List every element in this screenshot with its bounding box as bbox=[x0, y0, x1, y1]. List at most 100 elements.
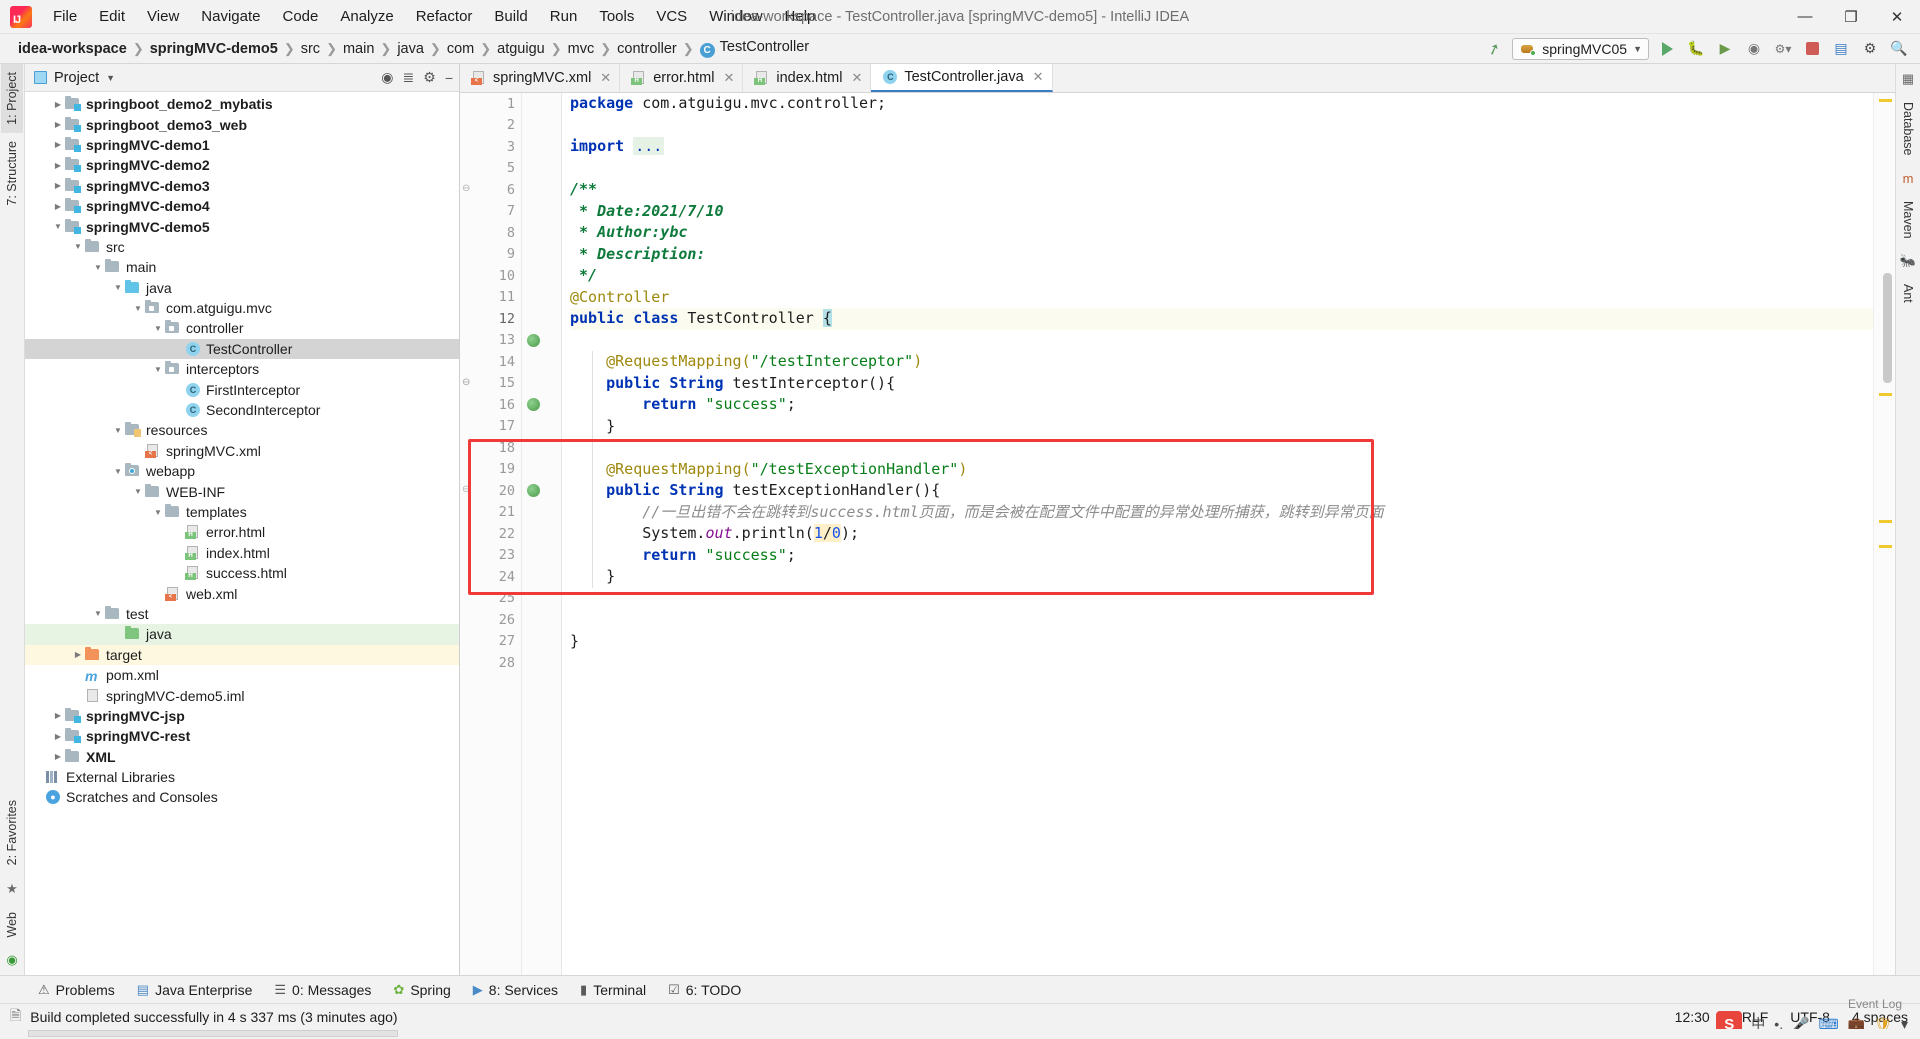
attach-icon[interactable]: ⚙▾ bbox=[1772, 38, 1794, 60]
code-line[interactable]: import ... bbox=[570, 136, 1873, 158]
maximize-button[interactable]: ❐ bbox=[1828, 0, 1874, 34]
project-tree[interactable]: springboot_demo2_mybatis springboot_demo3… bbox=[25, 92, 459, 975]
collapse-all-icon[interactable]: ≣ bbox=[403, 69, 415, 86]
editor-marker-bar[interactable] bbox=[1873, 93, 1895, 975]
tree-node-springmvc-demo4[interactable]: springMVC-demo4 bbox=[25, 196, 459, 216]
tree-node-springmvc-rest[interactable]: springMVC-rest bbox=[25, 726, 459, 746]
fold-toggle-icon[interactable]: ⊖ bbox=[462, 484, 470, 495]
tree-node-testcontroller[interactable]: C TestController bbox=[25, 338, 459, 360]
breadcrumb-item-main[interactable]: main bbox=[339, 40, 378, 58]
code-line[interactable]: * Description: bbox=[570, 244, 1873, 266]
bottom-tab-terminal[interactable]: ▮ Terminal bbox=[570, 980, 656, 1000]
breadcrumb-item-atguigu[interactable]: atguigu bbox=[493, 40, 549, 58]
spring-request-marker[interactable] bbox=[527, 484, 540, 497]
chevron-right-icon[interactable] bbox=[51, 202, 65, 211]
code-line[interactable]: } bbox=[570, 566, 1873, 588]
chevron-down-icon[interactable] bbox=[151, 324, 165, 333]
code-line[interactable]: public class TestController { bbox=[570, 308, 1873, 330]
code-line[interactable] bbox=[570, 588, 1873, 610]
code-line[interactable]: return "success"; bbox=[570, 394, 1873, 416]
gear-icon[interactable]: ⚙ bbox=[423, 69, 436, 86]
debug-icon[interactable]: 🐛 bbox=[1685, 38, 1707, 60]
chevron-down-icon[interactable] bbox=[131, 487, 145, 496]
breadcrumb-item-workspace[interactable]: idea-workspace bbox=[14, 40, 131, 58]
breadcrumb-item-mvc[interactable]: mvc bbox=[564, 40, 599, 58]
tree-node-firstinterceptor[interactable]: C FirstInterceptor bbox=[25, 379, 459, 399]
favorites-star-icon[interactable]: ★ bbox=[6, 881, 18, 897]
code-line[interactable]: @RequestMapping("/testInterceptor") bbox=[570, 351, 1873, 373]
chevron-down-icon[interactable] bbox=[111, 426, 125, 435]
bottom-tab-spring[interactable]: ✿ Spring bbox=[383, 980, 460, 1000]
tree-node-interceptors[interactable]: interceptors bbox=[25, 359, 459, 379]
menu-view[interactable]: View bbox=[136, 5, 190, 28]
code-line[interactable] bbox=[570, 609, 1873, 631]
tab-index-html[interactable]: H index.html ✕ bbox=[743, 64, 872, 92]
tree-node-secondinterceptor[interactable]: C SecondInterceptor bbox=[25, 400, 459, 420]
chevron-right-icon[interactable] bbox=[51, 120, 65, 129]
breadcrumb-item-controller[interactable]: controller bbox=[613, 40, 681, 58]
code-line[interactable]: System.out.println(1/0); bbox=[570, 523, 1873, 545]
code-line[interactable]: * Author:ybc bbox=[570, 222, 1873, 244]
sidebar-item-project[interactable]: 1: Project bbox=[1, 64, 23, 133]
tree-node-templates[interactable]: templates bbox=[25, 502, 459, 522]
sidebar-item-favorites[interactable]: 2: Favorites bbox=[1, 792, 23, 873]
fold-toggle-icon[interactable]: ⊖ bbox=[462, 183, 470, 194]
chevron-down-icon[interactable] bbox=[91, 609, 105, 618]
settings-icon[interactable]: ⚙ bbox=[1859, 38, 1881, 60]
tree-node-com-atguigu-mvc[interactable]: com.atguigu.mvc bbox=[25, 298, 459, 318]
tree-node-pom-xml[interactable]: m pom.xml bbox=[25, 665, 459, 685]
tab-close-icon[interactable]: ✕ bbox=[600, 70, 611, 86]
chevron-down-icon[interactable]: ▼ bbox=[106, 73, 115, 83]
chevron-right-icon[interactable] bbox=[51, 100, 65, 109]
code-line[interactable]: //一旦出错不会在跳转到success.html页面，而是会被在配置文件中配置的… bbox=[570, 502, 1873, 524]
chevron-right-icon[interactable] bbox=[71, 650, 85, 659]
hide-icon[interactable]: − bbox=[445, 70, 453, 86]
menu-run[interactable]: Run bbox=[539, 5, 589, 28]
tree-node-springmvc-demo3[interactable]: springMVC-demo3 bbox=[25, 176, 459, 196]
tree-node-springmvc-xml[interactable]: < springMVC.xml bbox=[25, 441, 459, 461]
menu-analyze[interactable]: Analyze bbox=[329, 5, 404, 28]
tree-node-java[interactable]: java bbox=[25, 624, 459, 645]
tree-node-target[interactable]: target bbox=[25, 644, 459, 665]
bottom-tab-java-enterprise[interactable]: ▤ Java Enterprise bbox=[127, 980, 263, 1000]
sidebar-item-ant[interactable]: Ant bbox=[1897, 276, 1919, 311]
code-content[interactable]: package com.atguigu.mvc.controller; impo… bbox=[468, 93, 1873, 975]
chevron-right-icon[interactable] bbox=[51, 140, 65, 149]
code-line[interactable]: /** bbox=[570, 179, 1873, 201]
web-globe-icon[interactable]: ◉ bbox=[6, 952, 17, 968]
tree-node-springmvc-demo2[interactable]: springMVC-demo2 bbox=[25, 155, 459, 175]
menu-edit[interactable]: Edit bbox=[88, 5, 136, 28]
chevron-down-icon[interactable] bbox=[111, 283, 125, 292]
menu-file[interactable]: File bbox=[42, 5, 88, 28]
chevron-down-icon[interactable] bbox=[51, 222, 65, 231]
code-line[interactable] bbox=[570, 115, 1873, 137]
tree-node-springboot-demo2-mybatis[interactable]: springboot_demo2_mybatis bbox=[25, 94, 459, 114]
menu-navigate[interactable]: Navigate bbox=[190, 5, 271, 28]
code-line[interactable]: @RequestMapping("/testExceptionHandler") bbox=[570, 459, 1873, 481]
tree-node-springmvc-jsp[interactable]: springMVC-jsp bbox=[25, 706, 459, 726]
code-line[interactable]: } bbox=[570, 631, 1873, 653]
code-line[interactable] bbox=[570, 437, 1873, 459]
tree-node-web-inf[interactable]: WEB-INF bbox=[25, 481, 459, 501]
scroll-from-source-icon[interactable]: ◉ bbox=[381, 69, 393, 86]
tree-node-success-html[interactable]: Hsuccess.html bbox=[25, 563, 459, 583]
gutter-marker-column[interactable] bbox=[522, 93, 548, 975]
tab-close-icon[interactable]: ✕ bbox=[851, 70, 862, 86]
tab-close-icon[interactable]: ✕ bbox=[1033, 69, 1044, 85]
breadcrumb-item-class[interactable]: C TestController bbox=[696, 38, 813, 59]
tree-node-webapp[interactable]: webapp bbox=[25, 461, 459, 481]
build-icon[interactable]: ➚ bbox=[1480, 34, 1508, 62]
warning-marker[interactable] bbox=[1879, 99, 1892, 102]
menu-refactor[interactable]: Refactor bbox=[405, 5, 484, 28]
stop-icon[interactable] bbox=[1801, 38, 1823, 60]
breadcrumb-item-src[interactable]: src bbox=[297, 40, 324, 58]
close-button[interactable]: ✕ bbox=[1874, 0, 1920, 34]
menu-help[interactable]: Help bbox=[774, 5, 827, 28]
tree-node-controller[interactable]: controller bbox=[25, 318, 459, 338]
tree-node-external-libraries[interactable]: External Libraries bbox=[25, 767, 459, 787]
tree-node-resources[interactable]: resources bbox=[25, 420, 459, 440]
breadcrumb-item-project[interactable]: springMVC-demo5 bbox=[146, 40, 282, 58]
code-line[interactable]: package com.atguigu.mvc.controller; bbox=[570, 93, 1873, 115]
spring-request-marker[interactable] bbox=[527, 398, 540, 411]
code-line[interactable]: return "success"; bbox=[570, 545, 1873, 567]
